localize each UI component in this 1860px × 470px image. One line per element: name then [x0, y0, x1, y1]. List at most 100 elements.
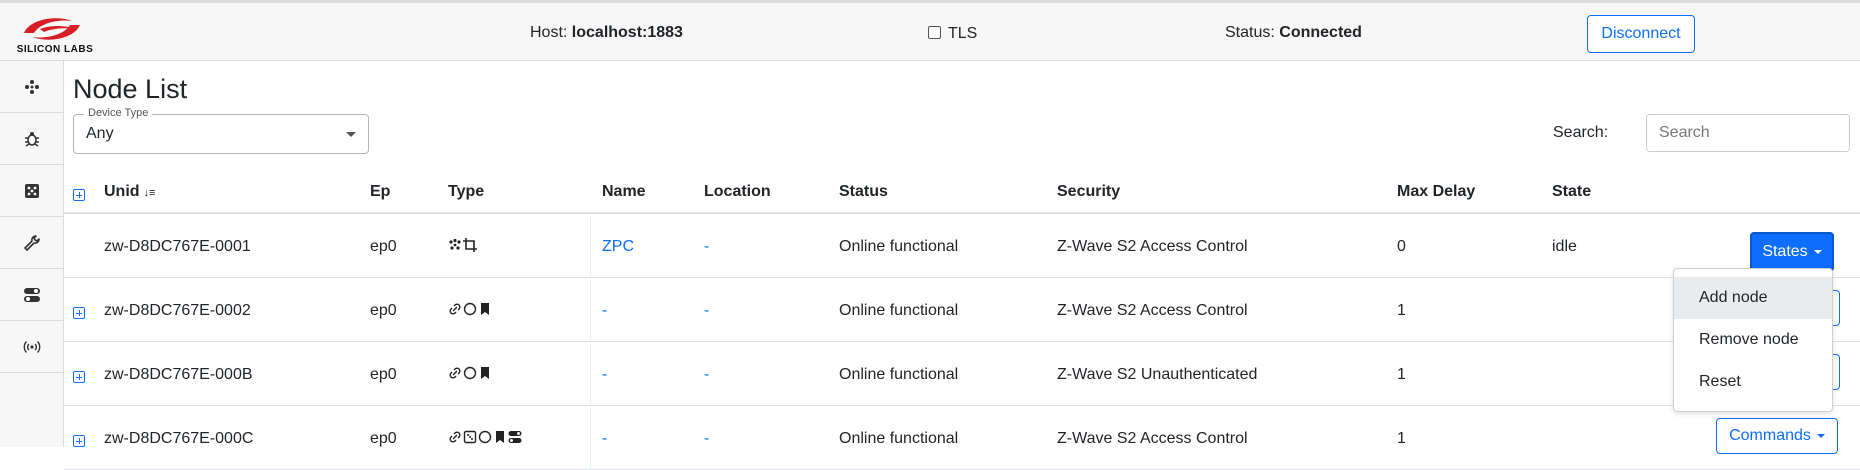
logo-text: SILICON LABS	[16, 44, 94, 55]
column-divider	[590, 408, 591, 468]
cell-max-delay: 0	[1397, 238, 1406, 255]
cell-max-delay: 1	[1397, 302, 1406, 319]
tls-checkbox[interactable]: TLS	[928, 25, 977, 43]
cell-name-link[interactable]: ZPC	[602, 238, 634, 256]
states-dropdown-button[interactable]: States	[1750, 232, 1834, 272]
host-info: Host: localhost:1883	[530, 24, 683, 42]
cell-name-link[interactable]: -	[602, 430, 607, 448]
expand-row-icon[interactable]	[73, 434, 85, 452]
caret-down-icon	[346, 132, 356, 137]
cell-ep: ep0	[370, 366, 397, 383]
disconnect-button[interactable]: Disconnect	[1587, 15, 1695, 53]
host-value: localhost:1883	[571, 24, 683, 41]
cell-status: Online functional	[839, 366, 959, 383]
status-label: Status:	[1225, 24, 1275, 41]
circle-icon	[463, 366, 477, 380]
circle-icon	[463, 302, 477, 316]
header-max-delay: Max Delay	[1397, 183, 1476, 200]
expand-row-icon[interactable]	[73, 370, 85, 388]
bookmark-icon	[496, 431, 504, 443]
silicon-labs-logo: SILICON LABS	[10, 13, 100, 59]
menu-item-add-node[interactable]: Add node	[1674, 277, 1832, 319]
sidebar-item-settings[interactable]	[0, 217, 63, 269]
cell-type	[448, 366, 492, 380]
cell-location-link[interactable]: -	[704, 366, 709, 384]
connection-status: Status: Connected	[1225, 24, 1362, 42]
cell-name-link[interactable]: -	[602, 302, 607, 320]
cell-state: idle	[1552, 238, 1577, 255]
table-row: zw-D8DC767E-000C ep0 - - Online function…	[64, 406, 1860, 470]
host-label: Host:	[530, 24, 568, 41]
column-divider	[590, 344, 591, 404]
states-button-label: States	[1762, 243, 1808, 260]
link-icon	[449, 431, 461, 443]
cell-security: Z-Wave S2 Access Control	[1057, 238, 1248, 255]
header-status: Status	[839, 183, 888, 200]
cell-type	[448, 238, 477, 252]
dice-icon	[463, 430, 477, 444]
header-unid-label: Unid	[104, 183, 140, 200]
sidebar-item-devices[interactable]	[0, 165, 63, 217]
header-type: Type	[448, 183, 485, 200]
sidebar	[0, 61, 64, 447]
crop-icon	[463, 238, 477, 252]
table-header: Unid ↓≡ Ep Type Name Location Status Secu…	[64, 170, 1860, 214]
caret-down-icon	[1813, 250, 1822, 254]
cell-location-link[interactable]: -	[704, 430, 709, 448]
sort-asc-icon[interactable]: ↓≡	[144, 187, 156, 199]
cell-type	[448, 430, 522, 444]
signal-icon	[23, 340, 40, 353]
circle-icon	[478, 430, 492, 444]
top-header: SILICON LABS Host: localhost:1883 TLS St…	[0, 0, 1860, 61]
plus-square-icon[interactable]	[73, 435, 85, 447]
cell-max-delay: 1	[1397, 430, 1406, 447]
cell-status: Online functional	[839, 302, 959, 319]
caret-down-icon	[1816, 434, 1825, 438]
link-icon	[449, 367, 461, 379]
header-state: State	[1552, 183, 1592, 200]
menu-item-remove-node[interactable]: Remove node	[1674, 319, 1832, 361]
menu-item-reset[interactable]: Reset	[1674, 361, 1832, 403]
column-divider	[590, 216, 591, 276]
device-type-select[interactable]: Device Type Any	[73, 107, 369, 154]
status-value: Connected	[1279, 24, 1362, 41]
node-table: Unid ↓≡ Ep Type Name Location Status Secu…	[64, 170, 1860, 470]
cell-unid: zw-D8DC767E-0002	[104, 302, 251, 319]
bug-icon	[24, 131, 39, 147]
sidebar-item-toggles[interactable]	[0, 269, 63, 321]
plus-square-icon[interactable]	[73, 307, 85, 319]
device-type-legend: Device Type	[84, 107, 153, 119]
search-input[interactable]	[1646, 114, 1850, 152]
cell-ep: ep0	[370, 430, 397, 447]
header-name: Name	[602, 183, 646, 200]
bookmark-icon	[481, 367, 489, 379]
cell-unid: zw-D8DC767E-0001	[104, 238, 251, 255]
network-icon	[24, 79, 39, 94]
logo-mark-icon	[24, 18, 80, 40]
cell-location-link[interactable]: -	[704, 238, 709, 256]
wrench-icon	[23, 234, 40, 251]
plus-square-icon[interactable]	[73, 371, 85, 383]
header-location: Location	[704, 183, 771, 200]
expand-row-icon[interactable]	[73, 306, 85, 324]
cell-type	[448, 302, 492, 316]
network-node-icon	[449, 238, 461, 250]
cell-location-link[interactable]: -	[704, 302, 709, 320]
column-divider	[590, 280, 591, 340]
cell-status: Online functional	[839, 430, 959, 447]
header-unid[interactable]: Unid ↓≡	[104, 183, 155, 201]
table-row: zw-D8DC767E-000B ep0 - - Online function…	[64, 342, 1860, 406]
sidebar-item-debug[interactable]	[0, 113, 63, 165]
table-row: zw-D8DC767E-0002 ep0 - - Online function…	[64, 278, 1860, 342]
plus-square-icon[interactable]	[73, 189, 85, 201]
sidebar-item-wireless[interactable]	[0, 321, 63, 373]
header-ep: Ep	[370, 183, 391, 200]
commands-dropdown-button[interactable]: Commands	[1716, 418, 1838, 454]
bookmark-icon	[481, 303, 489, 315]
expand-all-icon[interactable]	[73, 188, 85, 206]
cell-name-link[interactable]: -	[602, 366, 607, 384]
tls-checkbox-box[interactable]	[928, 26, 941, 39]
sidebar-item-nodes[interactable]	[0, 61, 63, 113]
cell-security: Z-Wave S2 Unauthenticated	[1057, 366, 1258, 383]
toggle-icon	[508, 431, 522, 443]
